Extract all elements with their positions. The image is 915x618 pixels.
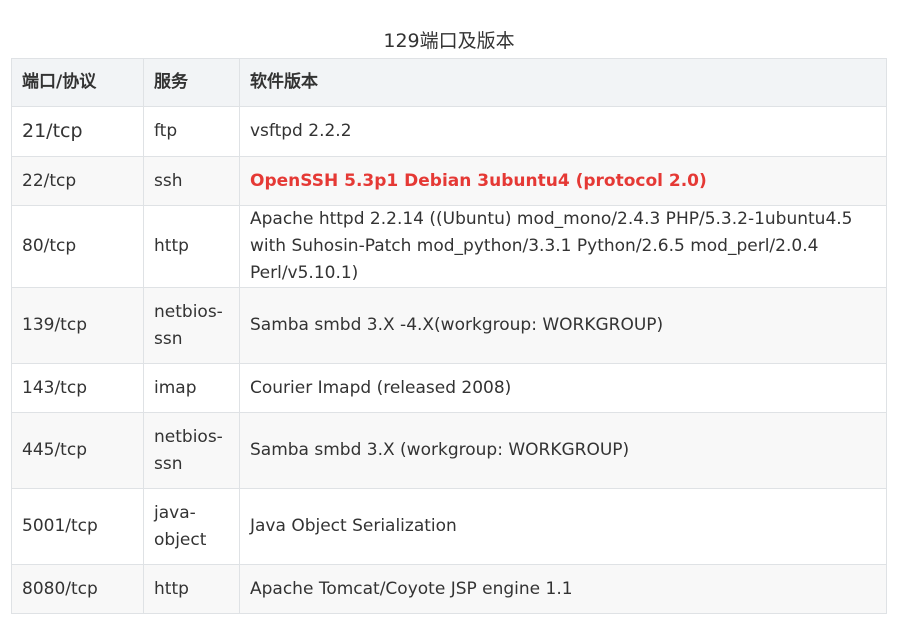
cell-version: Courier Imapd (released 2008) [239,363,887,413]
cell-version: Samba smbd 3.X (workgroup: WORKGROUP) [239,412,887,489]
cell-service: ftp [143,106,240,157]
cell-version: vsftpd 2.2.2 [239,106,887,157]
cell-version-highlighted: OpenSSH 5.3p1 Debian 3ubuntu4 (protocol … [239,156,887,206]
cell-port: 22/tcp [11,156,144,206]
cell-port: 139/tcp [11,287,144,364]
cell-service: netbios-ssn [143,412,240,489]
table-row: 22/tcp ssh OpenSSH 5.3p1 Debian 3ubuntu4… [11,156,887,206]
header-port: 端口/协议 [11,58,144,107]
cell-service: ssh [143,156,240,206]
table-row: 5001/tcp java-object Java Object Seriali… [11,488,887,565]
table-caption: 129端口及版本 [383,30,515,52]
cell-service: java-object [143,488,240,565]
header-service: 服务 [143,58,240,107]
cell-port: 8080/tcp [11,564,144,614]
table-row: 445/tcp netbios-ssn Samba smbd 3.X (work… [11,412,887,489]
cell-port: 143/tcp [11,363,144,413]
cell-port: 445/tcp [11,412,144,489]
cell-version: Apache Tomcat/Coyote JSP engine 1.1 [239,564,887,614]
table-row: 8080/tcp http Apache Tomcat/Coyote JSP e… [11,564,887,614]
cell-service: imap [143,363,240,413]
table-row: 143/tcp imap Courier Imapd (released 200… [11,363,887,413]
cell-service: http [143,205,240,288]
cell-port: 80/tcp [11,205,144,288]
table-row: 21/tcp ftp vsftpd 2.2.2 [11,106,887,157]
table-row: 139/tcp netbios-ssn Samba smbd 3.X -4.X(… [11,287,887,364]
cell-version: Apache httpd 2.2.14 ((Ubuntu) mod_mono/2… [239,205,887,288]
cell-version: Samba smbd 3.X -4.X(workgroup: WORKGROUP… [239,287,887,364]
header-version: 软件版本 [239,58,887,107]
ports-table: 端口/协议 服务 软件版本 21/tcp ftp vsftpd 2.2.2 22… [11,58,887,614]
cell-port: 21/tcp [11,106,144,157]
cell-version: Java Object Serialization [239,488,887,565]
table-row: 80/tcp http Apache httpd 2.2.14 ((Ubuntu… [11,205,887,288]
cell-port: 5001/tcp [11,488,144,565]
table-header-row: 端口/协议 服务 软件版本 [11,58,887,107]
cell-service: http [143,564,240,614]
cell-service: netbios-ssn [143,287,240,364]
